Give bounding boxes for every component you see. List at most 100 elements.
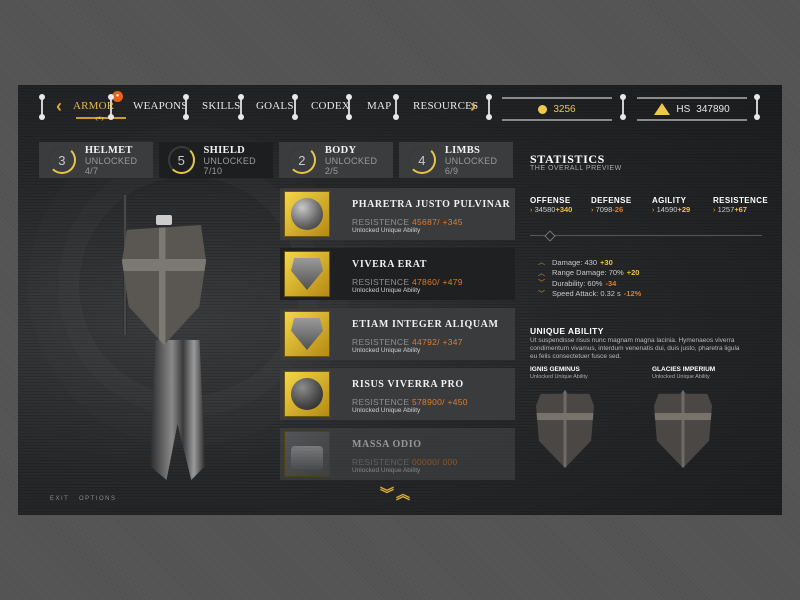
nav-tab-goals[interactable]: GOALS [256, 100, 294, 112]
ability-shield-glacies[interactable] [654, 390, 712, 468]
stat-defense: DEFENSE › 7098-26 [591, 196, 632, 214]
shield-list-item[interactable]: RISUS VIVERRA PRO RESISTENCE 578900/ +45… [280, 368, 515, 420]
nav-separator [39, 94, 45, 120]
top-nav: ‹ ARMOR ● ‹•› WEAPONS SKILLS GOALS CODEX… [18, 85, 782, 130]
ability-shield-ignis[interactable] [536, 390, 594, 468]
arrow-down-icon: ﹀ [538, 280, 545, 288]
statistics-subtitle: THE OVERALL PREVIEW [530, 165, 622, 172]
category-tab-limbs[interactable]: 4 LIMBS UNLOCKED 6/9 [399, 142, 513, 178]
knight-character-preview [98, 195, 228, 485]
double-chevron-up-icon[interactable]: ︽ [396, 486, 412, 502]
item-title: RISUS VIVERRA PRO [352, 379, 464, 390]
stat-resistence: RESISTENCE › 1257+67 [713, 196, 769, 214]
category-unlocked: UNLOCKED 4/7 [84, 155, 138, 176]
item-ability: Unlocked Unique Ability [352, 347, 421, 354]
arrow-up-icon: ︿ [538, 269, 545, 277]
category-tab-helmet[interactable]: 3 HELMET UNLOCKED 4/7 [39, 142, 153, 178]
progress-ring: 4 [408, 146, 436, 174]
nav-tab-skills[interactable]: SKILLS [202, 100, 240, 112]
item-resistence: RESISTENCE 45687/ +345 [352, 217, 463, 227]
modifier-range-damage: ︿ Range Damage: 70% +20 [538, 268, 640, 278]
nav-separator [238, 94, 244, 120]
chevron-left-icon[interactable]: ‹ [56, 96, 62, 116]
shield-list-item[interactable]: ETIAM INTEGER ALIQUAM RESISTENCE 44792/ … [280, 308, 515, 360]
coin-icon [538, 104, 548, 114]
currency-display: 3256 [502, 97, 612, 121]
exit-link[interactable]: EXIT [50, 496, 69, 502]
highscore-label: HS [676, 103, 691, 115]
nav-tab-codex[interactable]: CODEX [311, 100, 350, 112]
item-title: VIVERA ERAT [352, 259, 428, 270]
item-ability: Unlocked Unique Ability [352, 227, 421, 234]
modifier-damage: ︿ Damage: 430 +30 [538, 257, 613, 267]
nav-separator [754, 94, 760, 120]
scroll-controls: ︾︽ [380, 484, 412, 504]
category-unlocked: UNLOCKED 6/9 [444, 155, 498, 176]
arrow-up-icon: ︿ [538, 259, 545, 267]
nav-separator [292, 94, 298, 120]
nav-separator [486, 94, 492, 120]
shield-list-item[interactable]: VIVERA ERAT RESISTENCE 47860/ +479 Unloc… [280, 248, 515, 300]
kite-shield-icon [291, 258, 323, 290]
progress-ring: 2 [288, 146, 316, 174]
modifier-list: ︿ Damage: 430 +30 ︿ Range Damage: 70% +20 ﹀ D… [538, 257, 641, 299]
round-shield-icon [291, 198, 323, 230]
active-tab-indicator: ‹•› [76, 113, 126, 123]
item-title: ETIAM INTEGER ALIQUAM [352, 319, 499, 330]
stat-agility: AGILITY › 14590+29 [652, 196, 691, 214]
category-title: BODY [324, 144, 357, 156]
category-unlocked: UNLOCKED 7/10 [203, 155, 256, 176]
item-title: MASSA ODIO [352, 439, 422, 450]
section-divider [530, 230, 762, 242]
locked-shield-list-item[interactable]: MASSA ODIO RESISTENCE 00000/ 000 Unlocke… [280, 428, 515, 480]
item-resistence: RESISTENCE 44792/ +347 [352, 337, 463, 347]
nav-separator [183, 94, 189, 120]
shield-list-item[interactable]: PHARETRA JUSTO PULVINAR RESISTENCE 45687… [280, 188, 515, 240]
highscore-display: HS 347890 [637, 97, 747, 121]
nav-tab-weapons[interactable]: WEAPONS [133, 100, 188, 112]
progress-ring: 3 [48, 146, 76, 174]
nav-separator [393, 94, 399, 120]
triforce-icon [654, 103, 671, 115]
nav-separator [346, 94, 352, 120]
item-resistence: RESISTENCE 578900/ +450 [352, 397, 468, 407]
item-ability: Unlocked Unique Ability [352, 467, 421, 474]
progress-ring: 5 [168, 146, 195, 174]
nav-tab-map[interactable]: MAP [367, 100, 391, 112]
item-thumbnail [284, 431, 330, 477]
chevron-right-icon[interactable]: › [470, 96, 476, 116]
armored-legs [150, 340, 205, 480]
item-resistence: RESISTENCE 00000/ 000 [352, 457, 458, 467]
item-thumbnail [284, 251, 330, 297]
item-resistence: RESISTENCE 47860/ +479 [352, 277, 463, 287]
options-link[interactable]: OPTIONS [79, 496, 117, 502]
heater-shield-icon [291, 318, 323, 350]
armor-screen: ‹ ARMOR ● ‹•› WEAPONS SKILLS GOALS CODEX… [18, 85, 782, 515]
nav-separator [108, 94, 114, 120]
category-unlocked: UNLOCKED 2/5 [324, 155, 378, 176]
double-chevron-down-icon[interactable]: ︾ [380, 486, 396, 502]
category-title: SHIELD [203, 144, 246, 156]
category-title: HELMET [84, 144, 133, 156]
stat-offense: OFFENSE › 34580+340 [530, 196, 573, 214]
ability-sub: Unlocked Unique Ability [652, 374, 710, 380]
item-title: PHARETRA JUSTO PULVINAR [352, 199, 511, 210]
modifier-durability: ﹀ Durability: 60% -34 [538, 278, 617, 288]
nav-separator [620, 94, 626, 120]
unique-ability-title: UNIQUE ABILITY [530, 326, 604, 336]
ability-name: IGNIS GEMINUS [530, 366, 580, 373]
item-ability: Unlocked Unique Ability [352, 407, 421, 414]
nav-tab-armor[interactable]: ARMOR [73, 100, 114, 112]
arrow-down-icon: ﹀ [538, 290, 545, 298]
equipped-shield [122, 225, 206, 345]
currency-value: 3256 [553, 103, 576, 115]
highscore-value: 347890 [696, 103, 730, 115]
item-thumbnail [284, 371, 330, 417]
buckler-icon [291, 378, 323, 410]
category-tab-body[interactable]: 2 BODY UNLOCKED 2/5 [279, 142, 393, 178]
nav-tab-resources[interactable]: RESOURCES [413, 100, 478, 112]
item-thumbnail [284, 311, 330, 357]
helmet [156, 215, 172, 225]
unique-ability-description: Ut suspendisse risus nunc magnam magna l… [530, 337, 740, 360]
category-tab-shield[interactable]: 5 SHIELD UNLOCKED 7/10 [159, 142, 273, 178]
